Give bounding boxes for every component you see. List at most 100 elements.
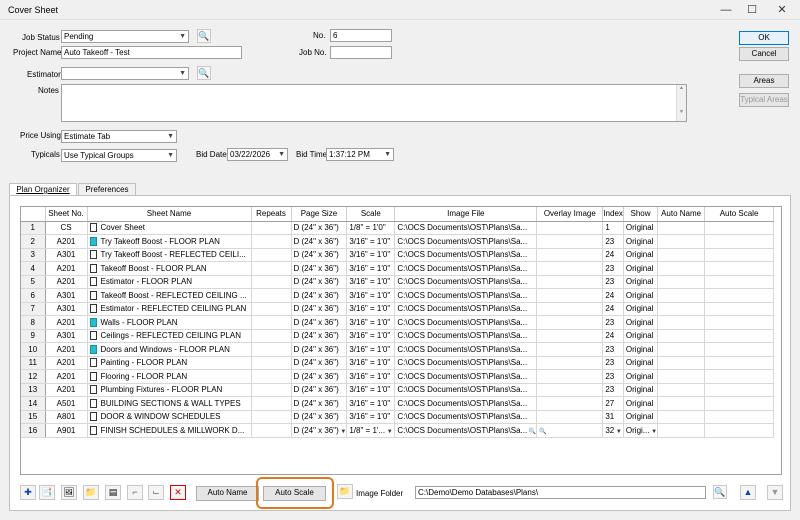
auto-scale-cell[interactable] xyxy=(704,275,775,289)
sheet-name-cell[interactable]: Doors and Windows - FLOOR PLAN xyxy=(87,342,252,357)
page-size-cell[interactable]: D (24" x 36") ▼ xyxy=(291,423,348,438)
auto-scale-cell[interactable] xyxy=(704,302,775,316)
overlay-image-cell[interactable] xyxy=(536,275,604,289)
overlay-image-cell[interactable] xyxy=(536,302,604,316)
maximize-button[interactable]: ☐ xyxy=(738,0,766,20)
overlay-image-cell[interactable] xyxy=(536,356,604,370)
page-size-cell[interactable]: D (24" x 36") xyxy=(291,261,348,276)
page-size-cell[interactable]: D (24" x 36") xyxy=(291,302,348,316)
show-cell[interactable]: Original xyxy=(623,288,659,303)
index-cell[interactable]: 23 xyxy=(602,275,624,289)
page-size-cell[interactable]: D (24" x 36") xyxy=(291,383,348,397)
repeats-cell[interactable] xyxy=(251,275,292,289)
repeats-cell[interactable] xyxy=(251,356,292,370)
no-field[interactable]: 6 xyxy=(330,29,392,42)
search-icon[interactable]: 🔍 xyxy=(539,429,546,435)
repeats-cell[interactable] xyxy=(251,248,292,262)
image-file-cell[interactable]: C:\OCS Documents\OST\Plans\Sa... xyxy=(394,275,538,289)
table-row[interactable]: 14 A501 BUILDING SECTIONS & WALL TYPES D (2… xyxy=(21,396,775,411)
add-document-icon[interactable]: 📑 xyxy=(39,485,55,500)
crop-icon[interactable]: ⌐ xyxy=(127,485,143,500)
column-header[interactable]: Auto Name xyxy=(657,207,706,222)
auto-name-cell[interactable] xyxy=(657,383,706,397)
repeats-cell[interactable] xyxy=(251,302,292,316)
image-file-cell[interactable]: C:\OCS Documents\OST\Plans\Sa... xyxy=(394,342,538,357)
index-cell[interactable]: 23 xyxy=(602,234,624,249)
auto-name-cell[interactable] xyxy=(657,234,706,249)
overlay-image-cell[interactable] xyxy=(536,234,604,249)
auto-scale-cell[interactable] xyxy=(704,288,775,303)
index-cell[interactable]: 23 xyxy=(602,261,624,276)
image-file-cell[interactable]: C:\OCS Documents\OST\Plans\Sa... xyxy=(394,315,538,330)
index-cell[interactable]: 23 xyxy=(602,356,624,370)
index-cell[interactable]: 24 xyxy=(602,329,624,343)
table-row[interactable]: 7 A301 Estimator - REFLECTED CEILING PLAN D… xyxy=(21,302,775,316)
minimize-button[interactable]: — xyxy=(712,0,740,20)
close-button[interactable]: ✕ xyxy=(768,0,796,20)
column-header[interactable]: Sheet Name xyxy=(87,207,252,222)
row-number[interactable]: 3 xyxy=(21,248,46,262)
show-cell[interactable]: Origi... ▼ xyxy=(623,423,659,438)
image-file-cell[interactable]: C:\OCS Documents\OST\Plans\Sa... xyxy=(394,356,538,370)
scale-cell[interactable]: 3/16" = 1'0" xyxy=(346,275,396,289)
scale-cell[interactable]: 3/16" = 1'0" xyxy=(346,342,396,357)
show-cell[interactable]: Original xyxy=(623,342,659,357)
table-row[interactable]: 11 A201 Painting - FLOOR PLAN D (24" x 36")… xyxy=(21,356,775,370)
repeats-cell[interactable] xyxy=(251,329,292,343)
auto-name-cell[interactable] xyxy=(657,302,706,316)
image-file-cell[interactable]: C:\OCS Documents\OST\Plans\Sa... 🔍 xyxy=(394,423,538,438)
image-file-cell[interactable]: C:\OCS Documents\OST\Plans\Sa... xyxy=(394,288,538,303)
auto-name-cell[interactable] xyxy=(657,261,706,276)
column-header[interactable]: Page Size xyxy=(291,207,348,222)
image-file-cell[interactable]: C:\OCS Documents\OST\Plans\Sa... xyxy=(394,329,538,343)
auto-name-cell[interactable] xyxy=(657,396,706,411)
row-number[interactable]: 16 xyxy=(21,423,46,438)
auto-scale-cell[interactable] xyxy=(704,261,775,276)
auto-scale-cell[interactable] xyxy=(704,423,775,438)
auto-name-cell[interactable] xyxy=(657,315,706,330)
show-cell[interactable]: Original xyxy=(623,221,659,235)
repeats-cell[interactable] xyxy=(251,315,292,330)
overlay-image-cell[interactable] xyxy=(536,369,604,384)
show-cell[interactable]: Original xyxy=(623,369,659,384)
show-cell[interactable]: Original xyxy=(623,396,659,411)
sheet-name-cell[interactable]: DOOR & WINDOW SCHEDULES xyxy=(87,410,252,424)
repeats-cell[interactable] xyxy=(251,383,292,397)
search-icon[interactable]: 🔍 xyxy=(197,66,211,80)
scale-cell[interactable]: 3/16" = 1'0" xyxy=(346,288,396,303)
row-number[interactable]: 7 xyxy=(21,302,46,316)
show-cell[interactable]: Original xyxy=(623,261,659,276)
auto-scale-cell[interactable] xyxy=(704,410,775,424)
sheet-no-cell[interactable]: A201 xyxy=(45,369,88,384)
image-file-cell[interactable]: C:\OCS Documents\OST\Plans\Sa... xyxy=(394,261,538,276)
table-row[interactable]: 1 CS Cover Sheet D (24" x 36") 1/8" = 1'0" C:… xyxy=(21,221,775,235)
crop-remove-icon[interactable]: ⌙ xyxy=(148,485,164,500)
sheet-name-cell[interactable]: Try Takeoff Boost - FLOOR PLAN xyxy=(87,234,252,249)
image-file-cell[interactable]: C:\OCS Documents\OST\Plans\Sa... xyxy=(394,234,538,249)
project-name-field[interactable]: Auto Takeoff - Test xyxy=(61,46,242,59)
auto-scale-cell[interactable] xyxy=(704,369,775,384)
scale-cell[interactable]: 1/8" = 1'... ▼ xyxy=(346,423,396,438)
row-number[interactable]: 11 xyxy=(21,356,46,370)
repeats-cell[interactable] xyxy=(251,369,292,384)
image-file-cell[interactable]: C:\OCS Documents\OST\Plans\Sa... xyxy=(394,369,538,384)
index-cell[interactable]: 27 xyxy=(602,396,624,411)
auto-name-button[interactable]: Auto Name xyxy=(196,486,259,501)
auto-scale-cell[interactable] xyxy=(704,248,775,262)
auto-scale-cell[interactable] xyxy=(704,221,775,235)
repeats-cell[interactable] xyxy=(251,288,292,303)
bid-date-picker[interactable]: 03/22/2026 ▼ xyxy=(227,148,288,161)
page-size-cell[interactable]: D (24" x 36") xyxy=(291,410,348,424)
sheet-no-cell[interactable]: A301 xyxy=(45,248,88,262)
repeats-cell[interactable] xyxy=(251,221,292,235)
page-size-cell[interactable]: D (24" x 36") xyxy=(291,396,348,411)
auto-scale-cell[interactable] xyxy=(704,234,775,249)
page-size-cell[interactable]: D (24" x 36") xyxy=(291,329,348,343)
chevron-down-icon[interactable]: ▼ xyxy=(385,429,393,435)
show-cell[interactable]: Original xyxy=(623,248,659,262)
overlay-image-cell[interactable] xyxy=(536,383,604,397)
scale-cell[interactable]: 3/16" = 1'0" xyxy=(346,356,396,370)
row-number[interactable]: 1 xyxy=(21,221,46,235)
scale-cell[interactable]: 1/8" = 1'0" xyxy=(346,221,396,235)
auto-name-cell[interactable] xyxy=(657,356,706,370)
